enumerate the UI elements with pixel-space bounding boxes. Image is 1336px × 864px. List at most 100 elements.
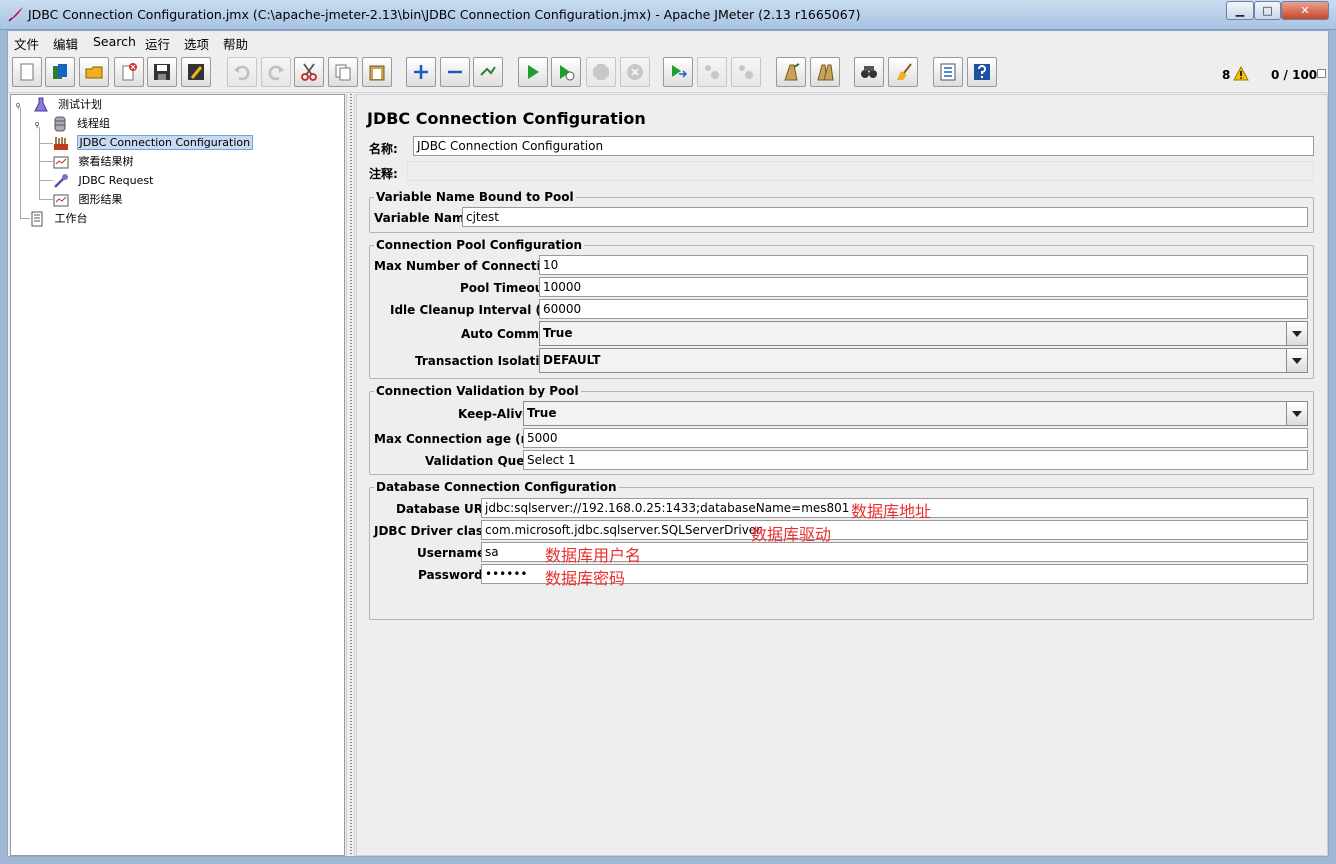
- save-button[interactable]: [147, 57, 177, 87]
- templates-button[interactable]: [45, 57, 75, 87]
- menu-search[interactable]: Search: [93, 34, 136, 49]
- clear-all-icon: [817, 64, 834, 81]
- menu-help[interactable]: 帮助: [223, 34, 248, 53]
- idle-cleanup-field[interactable]: 60000: [539, 299, 1308, 319]
- cut-icon: [301, 63, 317, 81]
- minimize-button[interactable]: ▁: [1226, 1, 1254, 20]
- save-as-button[interactable]: [181, 57, 211, 87]
- start-button[interactable]: [518, 57, 548, 87]
- function-helper-icon: [940, 63, 956, 81]
- transaction-isolation-select[interactable]: DEFAULT: [539, 348, 1308, 373]
- reset-search-button[interactable]: [888, 57, 918, 87]
- jmeter-feather-icon: [8, 7, 23, 22]
- start-no-pause-button[interactable]: [551, 57, 581, 87]
- tree-node-label: 察看结果树: [78, 155, 134, 168]
- remote-stop-icon: [705, 65, 719, 79]
- copy-button[interactable]: [328, 57, 358, 87]
- menu-edit[interactable]: 编辑: [53, 34, 78, 53]
- clear-all-button[interactable]: [810, 57, 840, 87]
- database-url-note: 数据库地址: [851, 502, 932, 521]
- warning-icon[interactable]: [1233, 66, 1249, 81]
- username-note: 数据库用户名: [545, 546, 642, 565]
- max-connection-age-field[interactable]: 5000: [523, 428, 1308, 448]
- tree-node-thread-group[interactable]: 线程组: [34, 115, 112, 133]
- shutdown-button[interactable]: [620, 57, 650, 87]
- open-button[interactable]: [79, 57, 109, 87]
- start-icon: [528, 65, 539, 79]
- open-icon: [85, 66, 103, 79]
- tree-node-label: 图形结果: [78, 193, 123, 206]
- chevron-down-icon[interactable]: [1286, 402, 1307, 425]
- remote-shutdown-button[interactable]: [731, 57, 761, 87]
- undo-icon: [234, 65, 250, 81]
- tree-node-jdbc-config[interactable]: JDBC Connection Configuration: [53, 134, 254, 152]
- reset-search-icon: [897, 63, 912, 80]
- listener-icon: [53, 194, 69, 207]
- auto-commit-select[interactable]: True: [539, 321, 1308, 346]
- remote-start-button[interactable]: [663, 57, 693, 87]
- splitter-grip: [350, 94, 352, 856]
- expand-icon: [414, 65, 428, 79]
- pool-timeout-field[interactable]: 10000: [539, 277, 1308, 297]
- tree-node-test-plan[interactable]: 测试计划: [15, 96, 104, 114]
- panel-splitter[interactable]: [346, 94, 355, 856]
- chevron-down-icon[interactable]: [1286, 349, 1307, 372]
- undo-button[interactable]: [227, 57, 257, 87]
- cut-button[interactable]: [294, 57, 324, 87]
- keep-alive-value: True: [527, 406, 557, 420]
- thread-group-icon: [54, 116, 65, 132]
- redo-button[interactable]: [261, 57, 291, 87]
- tree-node-view-results-tree[interactable]: 察看结果树: [53, 153, 136, 171]
- help-button[interactable]: [967, 57, 997, 87]
- clear-button[interactable]: [776, 57, 806, 87]
- tree-guide-line: [39, 143, 53, 144]
- new-icon: [20, 63, 34, 81]
- test-plan-tree: 测试计划 线程组 JDBC Connection Configuration 察…: [10, 94, 345, 856]
- search-button[interactable]: [854, 57, 884, 87]
- username-label: Username:: [417, 546, 491, 560]
- collapse-handle-icon[interactable]: [15, 97, 25, 113]
- keep-alive-select[interactable]: True: [523, 401, 1308, 426]
- maximize-button[interactable]: □: [1254, 1, 1281, 20]
- tree-guide-line: [20, 107, 21, 219]
- jdbc-driver-note: 数据库驱动: [751, 525, 832, 544]
- collapse-all-button[interactable]: [440, 57, 470, 87]
- active-thread-count: 0 / 100: [1271, 68, 1318, 82]
- close-file-button[interactable]: [114, 57, 144, 87]
- app-frame: 文件 编辑 Search 运行 选项 帮助 8 0 / 100 测试计划 线程组…: [7, 30, 1329, 857]
- stop-button[interactable]: [586, 57, 616, 87]
- save-icon: [154, 64, 170, 80]
- paste-button[interactable]: [362, 57, 392, 87]
- remote-shutdown-icon: [739, 65, 753, 79]
- expand-all-button[interactable]: [406, 57, 436, 87]
- tree-guide-line: [39, 127, 40, 199]
- sampler-icon: [54, 174, 68, 188]
- jdbc-driver-field[interactable]: com.microsoft.jdbc.sqlserver.SQLServerDr…: [481, 520, 1308, 540]
- transaction-isolation-value: DEFAULT: [543, 353, 601, 367]
- page-title: JDBC Connection Configuration: [367, 109, 646, 128]
- variable-name-field[interactable]: cjtest: [462, 207, 1308, 227]
- max-connections-field[interactable]: 10: [539, 255, 1308, 275]
- start-no-pause-icon: [560, 65, 575, 81]
- window-title: JDBC Connection Configuration.jmx (C:\ap…: [28, 7, 861, 22]
- title-bar[interactable]: JDBC Connection Configuration.jmx (C:\ap…: [0, 0, 1336, 30]
- comment-label: 注释:: [369, 167, 398, 181]
- tree-node-jdbc-request[interactable]: JDBC Request: [53, 172, 155, 190]
- name-label: 名称:: [369, 142, 398, 156]
- validation-query-field[interactable]: Select 1: [523, 450, 1308, 470]
- new-button[interactable]: [12, 57, 42, 87]
- function-helper-button[interactable]: [933, 57, 963, 87]
- tree-node-graph-results[interactable]: 图形结果: [53, 191, 125, 209]
- redo-icon: [268, 65, 284, 81]
- tree-node-workbench[interactable]: 工作台: [29, 210, 90, 228]
- close-window-button[interactable]: ✕: [1281, 1, 1329, 20]
- comment-field[interactable]: [407, 161, 1314, 181]
- toggle-button[interactable]: [473, 57, 503, 87]
- menu-file[interactable]: 文件: [14, 34, 39, 53]
- menu-run[interactable]: 运行: [145, 34, 170, 53]
- chevron-down-icon[interactable]: [1286, 322, 1307, 345]
- collapse-handle-icon[interactable]: [34, 116, 44, 132]
- remote-stop-button[interactable]: [697, 57, 727, 87]
- name-field[interactable]: JDBC Connection Configuration: [413, 136, 1314, 156]
- menu-options[interactable]: 选项: [184, 34, 209, 53]
